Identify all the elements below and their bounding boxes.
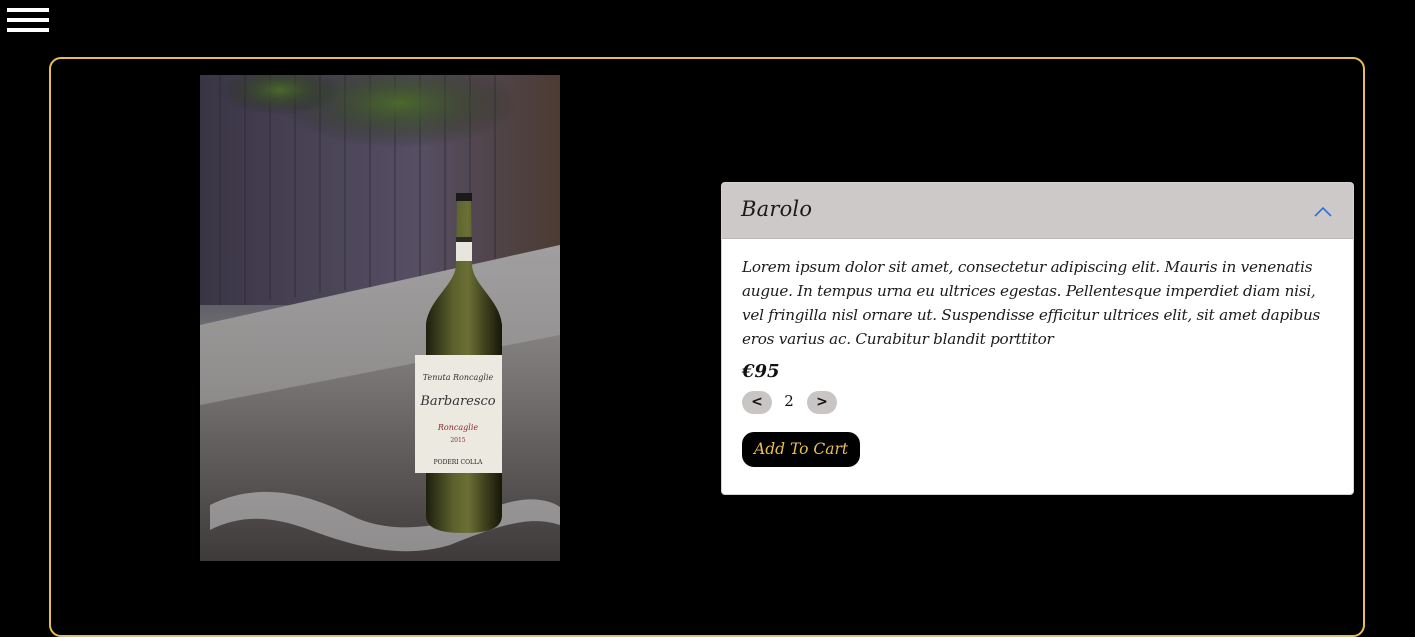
chevron-up-icon[interactable]	[1312, 201, 1334, 223]
product-image: Tenuta Roncaglie Barbaresco Roncaglie 20…	[200, 75, 560, 561]
label-line-4: 2015	[450, 437, 465, 444]
hamburger-line	[7, 8, 49, 12]
label-line-5: PODERI COLLA	[434, 459, 483, 466]
quantity-value: 2	[784, 392, 794, 410]
decrement-quantity-button[interactable]: <	[742, 391, 772, 414]
increment-quantity-button[interactable]: >	[807, 391, 837, 414]
hamburger-menu-icon[interactable]	[7, 8, 49, 40]
accordion-header[interactable]: Barolo	[722, 183, 1353, 239]
product-price: €95	[742, 361, 780, 382]
hamburger-line	[7, 28, 49, 32]
label-line-2: Barbaresco	[419, 394, 495, 409]
product-accordion: Barolo Lorem ipsum dolor sit amet, conse…	[721, 182, 1354, 495]
label-line-1: Tenuta Roncaglie	[423, 373, 494, 382]
hamburger-line	[7, 18, 49, 22]
product-description: Lorem ipsum dolor sit amet, consectetur …	[742, 258, 1321, 348]
quantity-stepper: < 2 >	[742, 390, 1337, 416]
add-to-cart-button[interactable]: Add To Cart	[742, 432, 861, 467]
label-line-3: Roncaglie	[437, 423, 478, 432]
product-title: Barolo	[741, 197, 813, 221]
accordion-body: Lorem ipsum dolor sit amet, consectetur …	[742, 255, 1337, 467]
